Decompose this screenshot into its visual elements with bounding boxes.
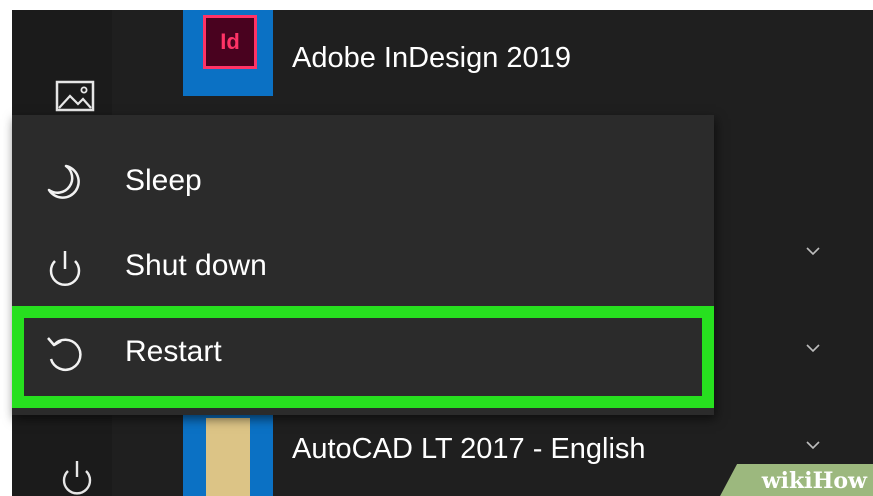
- power-options-menu: Sleep Shut down Restart: [12, 115, 714, 415]
- pictures-icon[interactable]: [54, 78, 98, 114]
- autocad-app-label[interactable]: AutoCAD LT 2017 - English: [292, 433, 646, 466]
- power-icon: [44, 247, 86, 289]
- moon-icon: [44, 162, 86, 204]
- watermark-part2: How: [812, 468, 867, 494]
- menu-item-label: Shut down: [125, 249, 267, 282]
- menu-item-shut-down[interactable]: Shut down: [12, 225, 714, 311]
- chevron-down-icon[interactable]: [806, 438, 820, 452]
- indesign-app-label[interactable]: Adobe InDesign 2019: [292, 42, 571, 75]
- autocad-icon: [206, 418, 250, 496]
- menu-item-label: Restart: [125, 335, 222, 368]
- restart-icon: [44, 333, 86, 375]
- indesign-logo: Id: [203, 15, 257, 69]
- chevron-down-icon[interactable]: [806, 341, 820, 355]
- wikihow-watermark: wikiHow: [762, 468, 867, 494]
- start-menu-screenshot: Id Adobe InDesign 2019 AutoCAD LT 2017 -…: [0, 0, 873, 496]
- menu-item-label: Sleep: [125, 164, 202, 197]
- watermark-part1: wiki: [761, 468, 813, 494]
- power-icon[interactable]: [58, 455, 96, 496]
- chevron-down-icon[interactable]: [806, 244, 820, 258]
- menu-item-restart[interactable]: Restart: [12, 311, 714, 397]
- menu-item-sleep[interactable]: Sleep: [12, 140, 714, 226]
